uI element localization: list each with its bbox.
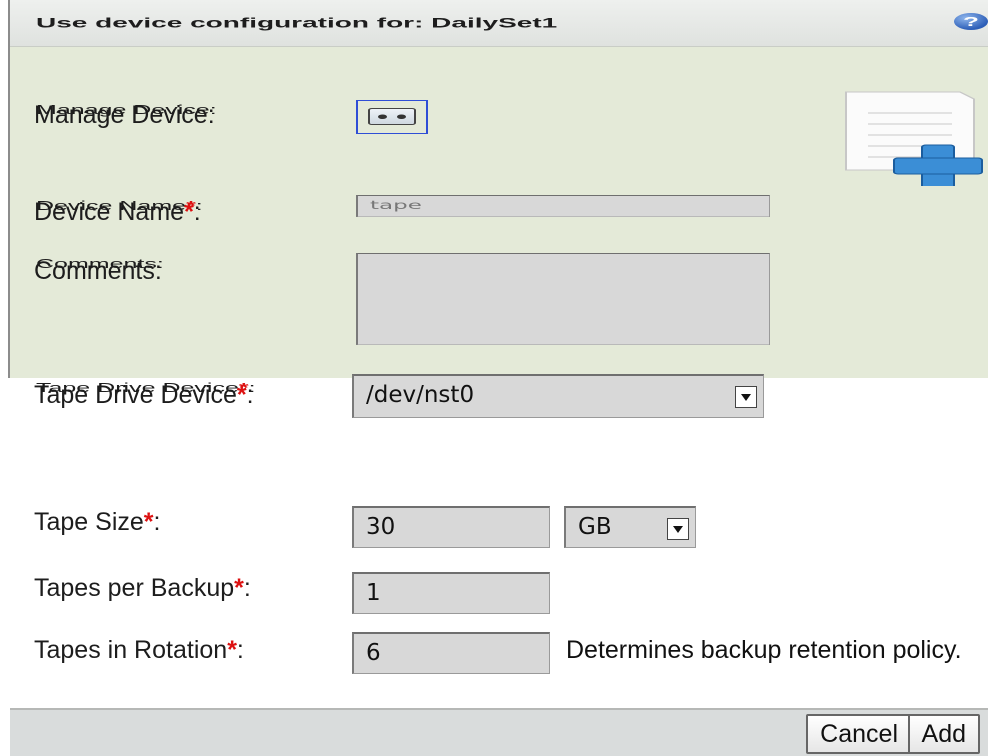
- tape-size-text: Tape Size*:: [34, 508, 161, 536]
- chevron-down-icon: [735, 386, 757, 408]
- tapes-per-backup-text: Tapes per Backup*:: [34, 574, 251, 602]
- cancel-button[interactable]: Cancel: [806, 714, 912, 754]
- dialog-footer: Cancel Add: [10, 708, 988, 756]
- tapes-in-rotation-input[interactable]: 6: [352, 632, 550, 674]
- add-button[interactable]: Add: [907, 714, 980, 754]
- tapes-per-backup-input[interactable]: 1: [352, 572, 550, 614]
- comments-text: Comments:: [34, 257, 162, 285]
- tapes-in-rotation-text: Tapes in Rotation*:: [34, 636, 244, 664]
- tape-drive-text: Tape Drive Device*:: [34, 381, 254, 409]
- dialog-content-overlay: Manage Device: Device Name*: Comments: T…: [0, 0, 988, 756]
- tape-drive-select[interactable]: /dev/nst0: [352, 374, 764, 418]
- tape-size-unit-select[interactable]: GB: [564, 506, 696, 548]
- manage-device-text: Manage Device:: [34, 101, 215, 129]
- device-name-text: Device Name*:: [34, 198, 201, 226]
- chevron-down-icon: [667, 518, 689, 540]
- rotation-note: Determines backup retention policy.: [566, 636, 962, 664]
- tape-size-input[interactable]: 30: [352, 506, 550, 548]
